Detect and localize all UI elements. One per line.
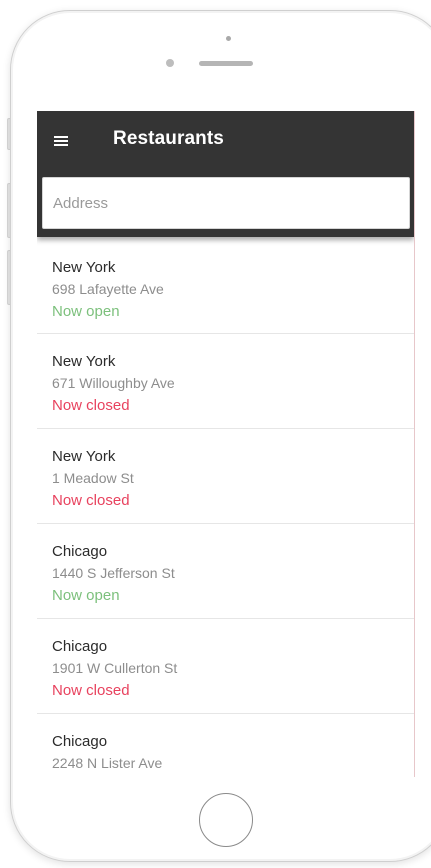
restaurant-status: Now open: [52, 303, 120, 320]
address-search-input[interactable]: [42, 177, 410, 229]
restaurant-list: New York 698 Lafayette Ave Now open New …: [37, 237, 414, 777]
app-screen: Restaurants New York 698 Lafayette Ave N…: [37, 111, 415, 777]
restaurant-list-item[interactable]: Chicago 1901 W Cullerton St Now closed: [37, 618, 414, 714]
restaurant-city: Chicago: [52, 638, 108, 655]
restaurant-list-item[interactable]: New York 1 Meadow St Now closed: [37, 428, 414, 524]
hamburger-menu-icon[interactable]: [54, 135, 68, 147]
page-title: Restaurants: [113, 128, 224, 149]
home-button[interactable]: [199, 793, 253, 847]
restaurant-list-item[interactable]: New York 698 Lafayette Ave Now open: [37, 237, 414, 334]
restaurant-address: 1 Meadow St: [52, 470, 134, 486]
earpiece-speaker: [199, 61, 253, 66]
app-bar: Restaurants: [37, 111, 414, 237]
restaurant-status: Now closed: [52, 397, 130, 414]
proximity-sensor: [166, 59, 174, 67]
front-camera: [226, 36, 231, 41]
restaurant-list-item[interactable]: New York 671 Willoughby Ave Now closed: [37, 333, 414, 429]
restaurant-address: 698 Lafayette Ave: [52, 281, 164, 297]
restaurant-city: Chicago: [52, 543, 108, 560]
restaurant-list-item[interactable]: Chicago 1440 S Jefferson St Now open: [37, 523, 414, 619]
restaurant-status: Now open: [52, 587, 120, 604]
device-stage: Restaurants New York 698 Lafayette Ave N…: [0, 0, 431, 868]
restaurant-list-item[interactable]: Chicago 2248 N Lister Ave: [37, 713, 414, 777]
restaurant-status: Now closed: [52, 682, 130, 699]
restaurant-address: 1440 S Jefferson St: [52, 565, 175, 581]
restaurant-city: New York: [52, 448, 116, 465]
restaurant-city: New York: [52, 353, 116, 370]
restaurant-status: Now closed: [52, 492, 130, 509]
restaurant-city: Chicago: [52, 733, 108, 750]
restaurant-address: 2248 N Lister Ave: [52, 755, 163, 771]
restaurant-address: 671 Willoughby Ave: [52, 375, 175, 391]
restaurant-city: New York: [52, 259, 116, 276]
restaurant-address: 1901 W Cullerton St: [52, 660, 178, 676]
